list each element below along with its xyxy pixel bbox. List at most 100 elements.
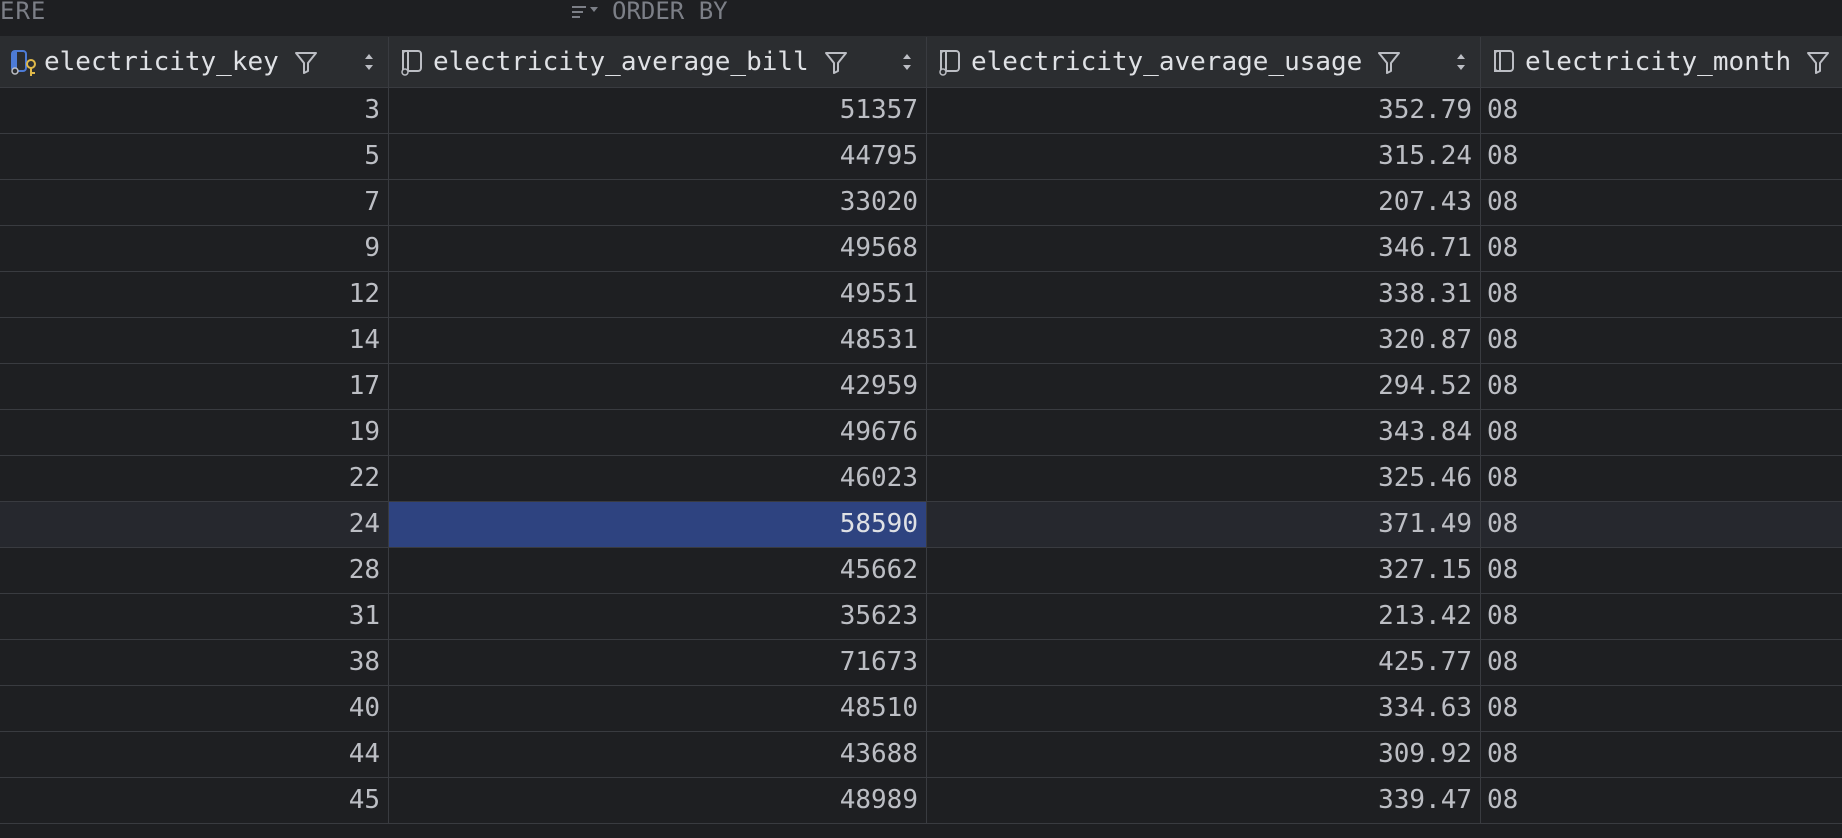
table-row[interactable]: 3 51357 352.79 08	[0, 88, 1842, 134]
sort-toggle-icon[interactable]	[900, 50, 914, 74]
electricity-month-cell[interactable]: 08	[1481, 134, 1842, 179]
order-by-field[interactable]: ORDER BY	[570, 0, 728, 23]
electricity-average-usage-cell[interactable]: 425.77	[927, 640, 1481, 685]
electricity-average-usage-cell[interactable]: 339.47	[927, 778, 1481, 823]
table-row[interactable]: 7 33020 207.43 08	[0, 180, 1842, 226]
electricity-key-cell[interactable]: 3	[0, 88, 389, 133]
column-header-electricity-key[interactable]: electricity_key	[0, 37, 389, 87]
electricity-key-cell[interactable]: 40	[0, 686, 389, 731]
filter-icon[interactable]	[823, 49, 849, 75]
electricity-month-cell[interactable]: 08	[1481, 88, 1842, 133]
electricity-key-cell[interactable]: 17	[0, 364, 389, 409]
electricity-average-bill-cell[interactable]: 48510	[389, 686, 927, 731]
electricity-average-bill-cell[interactable]: 49676	[389, 410, 927, 455]
electricity-key-cell[interactable]: 45	[0, 778, 389, 823]
electricity-month-cell[interactable]: 08	[1481, 456, 1842, 501]
column-header-label: electricity_month	[1525, 47, 1792, 77]
electricity-average-usage-cell[interactable]: 207.43	[927, 180, 1481, 225]
electricity-month-cell[interactable]: 08	[1481, 594, 1842, 639]
column-header-label: electricity_key	[44, 47, 279, 77]
table-row-current[interactable]: 24 58590 371.49 08	[0, 502, 1842, 548]
sort-icon	[572, 6, 598, 18]
electricity-average-bill-cell[interactable]: 42959	[389, 364, 927, 409]
table-row[interactable]: 45 48989 339.47 08	[0, 778, 1842, 824]
electricity-key-cell[interactable]: 19	[0, 410, 389, 455]
electricity-average-usage-cell[interactable]: 352.79	[927, 88, 1481, 133]
electricity-month-cell[interactable]: 08	[1481, 778, 1842, 823]
electricity-month-cell[interactable]: 08	[1481, 364, 1842, 409]
electricity-month-cell[interactable]: 08	[1481, 686, 1842, 731]
electricity-average-usage-cell[interactable]: 343.84	[927, 410, 1481, 455]
electricity-key-cell[interactable]: 7	[0, 180, 389, 225]
electricity-key-cell[interactable]: 12	[0, 272, 389, 317]
electricity-key-cell[interactable]: 5	[0, 134, 389, 179]
filter-icon[interactable]	[1376, 49, 1402, 75]
electricity-average-usage-cell[interactable]: 371.49	[927, 502, 1481, 547]
electricity-month-cell[interactable]: 08	[1481, 180, 1842, 225]
where-filter-field[interactable]: ERE	[0, 0, 46, 23]
electricity-average-bill-cell[interactable]: 35623	[389, 594, 927, 639]
electricity-month-cell[interactable]: 08	[1481, 410, 1842, 455]
table-row[interactable]: 31 35623 213.42 08	[0, 594, 1842, 640]
table-row[interactable]: 40 48510 334.63 08	[0, 686, 1842, 732]
filter-icon[interactable]	[293, 49, 319, 75]
table-row[interactable]: 28 45662 327.15 08	[0, 548, 1842, 594]
electricity-key-cell[interactable]: 31	[0, 594, 389, 639]
table-row[interactable]: 9 49568 346.71 08	[0, 226, 1842, 272]
electricity-average-usage-cell[interactable]: 320.87	[927, 318, 1481, 363]
electricity-average-bill-cell[interactable]: 33020	[389, 180, 927, 225]
electricity-average-usage-cell[interactable]: 315.24	[927, 134, 1481, 179]
table-row[interactable]: 22 46023 325.46 08	[0, 456, 1842, 502]
electricity-key-cell[interactable]: 22	[0, 456, 389, 501]
column-icon	[401, 50, 422, 76]
electricity-average-bill-cell[interactable]: 51357	[389, 88, 927, 133]
electricity-key-cell[interactable]: 28	[0, 548, 389, 593]
electricity-month-cell[interactable]: 08	[1481, 548, 1842, 593]
sort-toggle-icon[interactable]	[1454, 50, 1468, 74]
electricity-average-bill-cell[interactable]: 44795	[389, 134, 927, 179]
sort-toggle-icon[interactable]	[362, 50, 376, 74]
electricity-average-usage-cell[interactable]: 327.15	[927, 548, 1481, 593]
electricity-average-bill-cell[interactable]: 48989	[389, 778, 927, 823]
table-row[interactable]: 14 48531 320.87 08	[0, 318, 1842, 364]
electricity-month-cell[interactable]: 08	[1481, 640, 1842, 685]
electricity-month-cell[interactable]: 08	[1481, 318, 1842, 363]
electricity-average-usage-cell[interactable]: 338.31	[927, 272, 1481, 317]
electricity-key-cell[interactable]: 9	[0, 226, 389, 271]
table-row[interactable]: 19 49676 343.84 08	[0, 410, 1842, 456]
electricity-month-cell[interactable]: 08	[1481, 226, 1842, 271]
table-row[interactable]: 44 43688 309.92 08	[0, 732, 1842, 778]
filter-icon[interactable]	[1805, 49, 1831, 75]
column-header-electricity-month[interactable]: electricity_month	[1481, 37, 1842, 87]
electricity-average-bill-cell[interactable]: 43688	[389, 732, 927, 777]
column-header-label: electricity_average_bill	[433, 47, 809, 77]
table-row[interactable]: 17 42959 294.52 08	[0, 364, 1842, 410]
column-icon	[1494, 50, 1514, 72]
electricity-average-usage-cell[interactable]: 346.71	[927, 226, 1481, 271]
table-row[interactable]: 5 44795 315.24 08	[0, 134, 1842, 180]
electricity-month-cell[interactable]: 08	[1481, 502, 1842, 547]
electricity-average-bill-cell[interactable]: 48531	[389, 318, 927, 363]
electricity-average-bill-cell[interactable]: 49568	[389, 226, 927, 271]
electricity-average-bill-cell[interactable]: 49551	[389, 272, 927, 317]
electricity-average-usage-cell[interactable]: 325.46	[927, 456, 1481, 501]
electricity-key-cell[interactable]: 44	[0, 732, 389, 777]
electricity-average-usage-cell[interactable]: 334.63	[927, 686, 1481, 731]
electricity-month-cell[interactable]: 08	[1481, 732, 1842, 777]
column-header-electricity-average-bill[interactable]: electricity_average_bill	[389, 37, 927, 87]
electricity-average-usage-cell[interactable]: 294.52	[927, 364, 1481, 409]
electricity-average-usage-cell[interactable]: 213.42	[927, 594, 1481, 639]
selected-cell[interactable]: 58590	[389, 502, 927, 547]
electricity-average-bill-cell[interactable]: 46023	[389, 456, 927, 501]
electricity-average-bill-cell[interactable]: 45662	[389, 548, 927, 593]
electricity-key-cell[interactable]: 38	[0, 640, 389, 685]
electricity-key-cell[interactable]: 24	[0, 502, 389, 547]
column-header-electricity-average-usage[interactable]: electricity_average_usage	[927, 37, 1481, 87]
electricity-month-cell[interactable]: 08	[1481, 272, 1842, 317]
electricity-key-cell[interactable]: 14	[0, 318, 389, 363]
table-row[interactable]: 38 71673 425.77 08	[0, 640, 1842, 686]
table-row[interactable]: 12 49551 338.31 08	[0, 272, 1842, 318]
column-header-label: electricity_average_usage	[971, 47, 1363, 77]
electricity-average-bill-cell[interactable]: 71673	[389, 640, 927, 685]
electricity-average-usage-cell[interactable]: 309.92	[927, 732, 1481, 777]
